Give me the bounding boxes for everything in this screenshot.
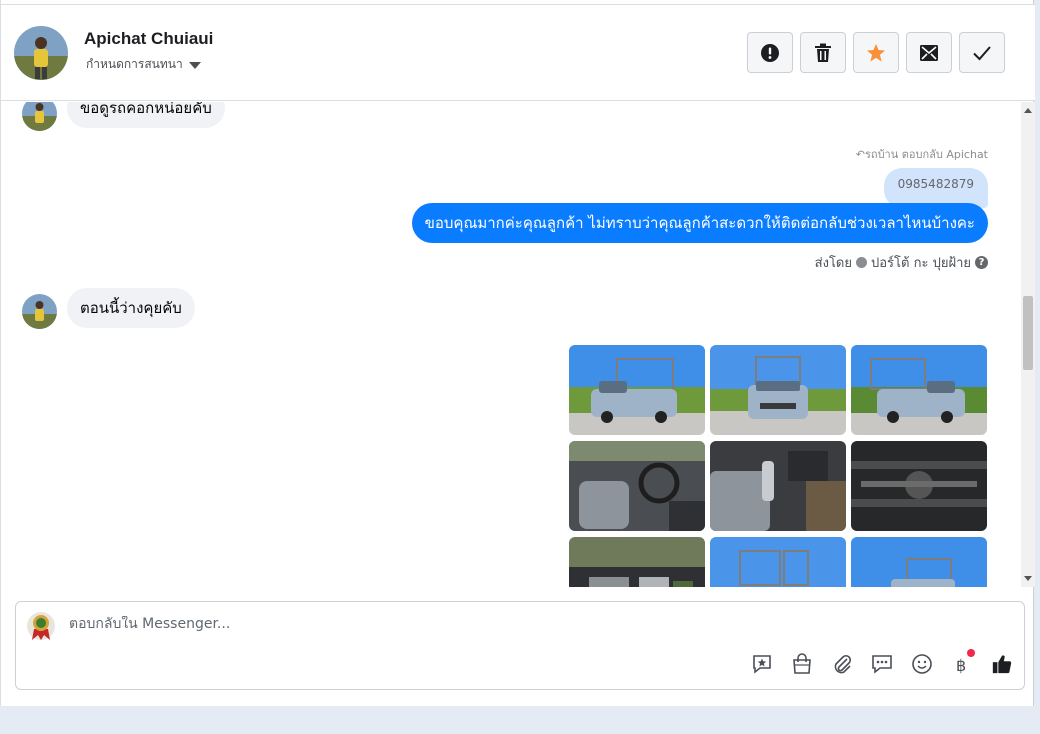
scrollbar-thumb[interactable] bbox=[1023, 296, 1033, 370]
assign-label: กำหนดการสนทนา bbox=[86, 57, 183, 71]
contact-avatar-small bbox=[22, 294, 57, 329]
reply-arrow-icon: ↶ bbox=[855, 148, 865, 161]
scroll-down-arrow-icon[interactable] bbox=[1024, 576, 1032, 581]
photo-interior-gear[interactable] bbox=[710, 441, 846, 531]
photo-interior-dash[interactable] bbox=[569, 441, 705, 531]
contact-avatar-small bbox=[22, 102, 57, 131]
help-icon[interactable]: ? bbox=[975, 256, 988, 269]
like-icon[interactable] bbox=[991, 652, 1013, 676]
notification-dot bbox=[967, 649, 975, 657]
delete-button[interactable] bbox=[800, 32, 846, 73]
scroll-up-arrow-icon[interactable] bbox=[1024, 108, 1032, 113]
inbox-icon bbox=[920, 44, 938, 61]
mark-done-button[interactable] bbox=[959, 32, 1005, 73]
star-icon bbox=[867, 43, 885, 61]
page-avatar bbox=[26, 611, 56, 641]
photo-truck-front-right[interactable] bbox=[851, 345, 987, 435]
photo-truck-front-left[interactable] bbox=[569, 345, 705, 435]
attachment-icon[interactable] bbox=[831, 652, 853, 676]
check-icon bbox=[973, 45, 991, 60]
reply-composer: ฿ bbox=[15, 601, 1025, 690]
mark-spam-button[interactable] bbox=[747, 32, 793, 73]
contact-name: Apichat Chuiaui bbox=[84, 29, 214, 48]
photo-truck-front[interactable] bbox=[710, 345, 846, 435]
quoted-message[interactable]: 0985482879 bbox=[883, 168, 988, 208]
conversation-panel: Apichat Chuiaui กำหนดการสนทนา ขอดูรถคอกห… bbox=[0, 0, 1035, 706]
reply-meta: ↶รถบ้าน ตอบกลับ Apichat bbox=[856, 145, 988, 163]
svg-text:฿: ฿ bbox=[956, 656, 966, 675]
assign-conversation-dropdown[interactable]: กำหนดการสนทนา bbox=[86, 55, 201, 74]
incoming-message[interactable]: ขอดูรถคอกหน่อยคับ bbox=[67, 102, 225, 128]
photo-engine-bay[interactable] bbox=[569, 537, 705, 587]
star-button[interactable] bbox=[853, 32, 899, 73]
sent-by-info: ส่งโดย ปอร์โต้ กะ ปุยฝ้าย ? bbox=[815, 252, 988, 273]
sent-by-label: ส่งโดย bbox=[814, 256, 852, 271]
sender-avatar-icon bbox=[856, 257, 867, 268]
caret-down-icon bbox=[188, 62, 201, 69]
saved-reply-icon[interactable] bbox=[751, 652, 773, 676]
photo-grid bbox=[569, 345, 988, 587]
chat-bubble-icon[interactable] bbox=[871, 652, 893, 676]
photo-truck-side[interactable] bbox=[851, 537, 987, 587]
conversation-header: Apichat Chuiaui กำหนดการสนทนา bbox=[1, 5, 1035, 101]
thread-scrollbar[interactable] bbox=[1021, 102, 1035, 587]
reply-input[interactable] bbox=[69, 616, 969, 632]
reply-meta-text: รถบ้าน ตอบกลับ Apichat bbox=[865, 148, 988, 161]
sender-name: ปอร์โต้ กะ ปุยฝ้าย bbox=[871, 256, 971, 271]
outgoing-message[interactable]: ขอบคุณมากค่ะคุณลูกค้า ไม่ทราบว่าคุณลูกค้… bbox=[411, 203, 988, 243]
contact-avatar[interactable] bbox=[14, 26, 68, 80]
message-thread[interactable]: ขอดูรถคอกหน่อยคับ ↶รถบ้าน ตอบกลับ Apicha… bbox=[1, 102, 1021, 587]
composer-tools: ฿ bbox=[751, 649, 1013, 676]
header-actions bbox=[747, 32, 1005, 73]
photo-undercarriage[interactable] bbox=[851, 441, 987, 531]
emoji-icon[interactable] bbox=[911, 652, 933, 676]
baht-payment-icon[interactable]: ฿ bbox=[951, 649, 975, 676]
exclamation-icon bbox=[761, 43, 779, 62]
trash-icon bbox=[815, 43, 831, 62]
incoming-message[interactable]: ตอนนี้ว่างคุยคับ bbox=[67, 288, 195, 328]
move-to-inbox-button[interactable] bbox=[906, 32, 952, 73]
shop-bag-icon[interactable] bbox=[791, 652, 813, 676]
photo-truck-rear[interactable] bbox=[710, 537, 846, 587]
